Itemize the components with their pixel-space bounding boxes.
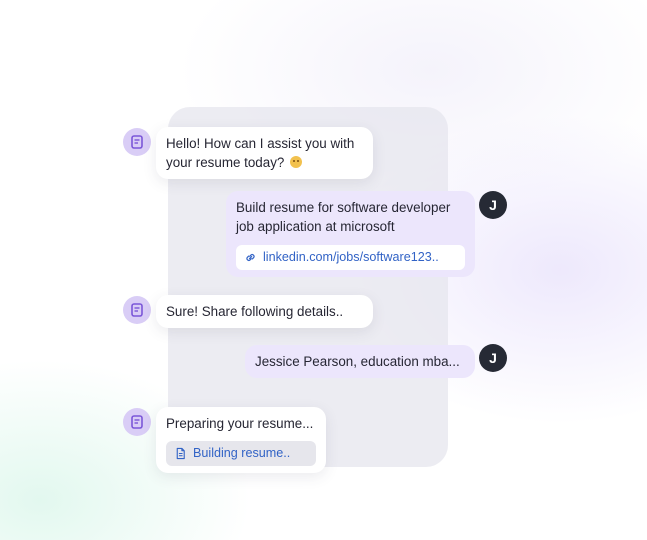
user-avatar: J [479, 191, 507, 219]
user-message-request: Build resume for software developer job … [226, 191, 475, 277]
document-bot-icon [131, 415, 143, 429]
bot-message-preparing: Preparing your resume... Building resume… [156, 407, 326, 473]
building-resume-chip[interactable]: Building resume.. [166, 441, 316, 466]
smile-emoji-icon [290, 156, 303, 168]
job-link-text[interactable]: linkedin.com/jobs/software123.. [263, 248, 439, 267]
user-message-details: Jessice Pearson, education mba... [245, 345, 475, 378]
bot-avatar [123, 408, 151, 436]
message-line: job application at microsoft [236, 219, 395, 234]
message-line: Hello! How can I assist you with [166, 136, 355, 151]
message-line: your resume today? [166, 153, 363, 172]
bot-avatar [123, 296, 151, 324]
file-icon [176, 447, 185, 460]
user-avatar: J [479, 344, 507, 372]
job-link-chip[interactable]: linkedin.com/jobs/software123.. [236, 245, 465, 270]
message-line: Sure! Share following details.. [166, 304, 344, 319]
message-line: Build resume for software developer [236, 200, 451, 215]
message-line: Jessice Pearson, education mba... [255, 354, 460, 369]
building-resume-text: Building resume.. [193, 446, 291, 460]
bot-avatar [123, 128, 151, 156]
bot-message-details-request: Sure! Share following details.. [156, 295, 373, 328]
bot-message-greeting: Hello! How can I assist you with your re… [156, 127, 373, 179]
document-bot-icon [131, 303, 143, 317]
message-line: Preparing your resume... [166, 416, 314, 431]
document-bot-icon [131, 135, 143, 149]
link-icon [246, 254, 255, 261]
